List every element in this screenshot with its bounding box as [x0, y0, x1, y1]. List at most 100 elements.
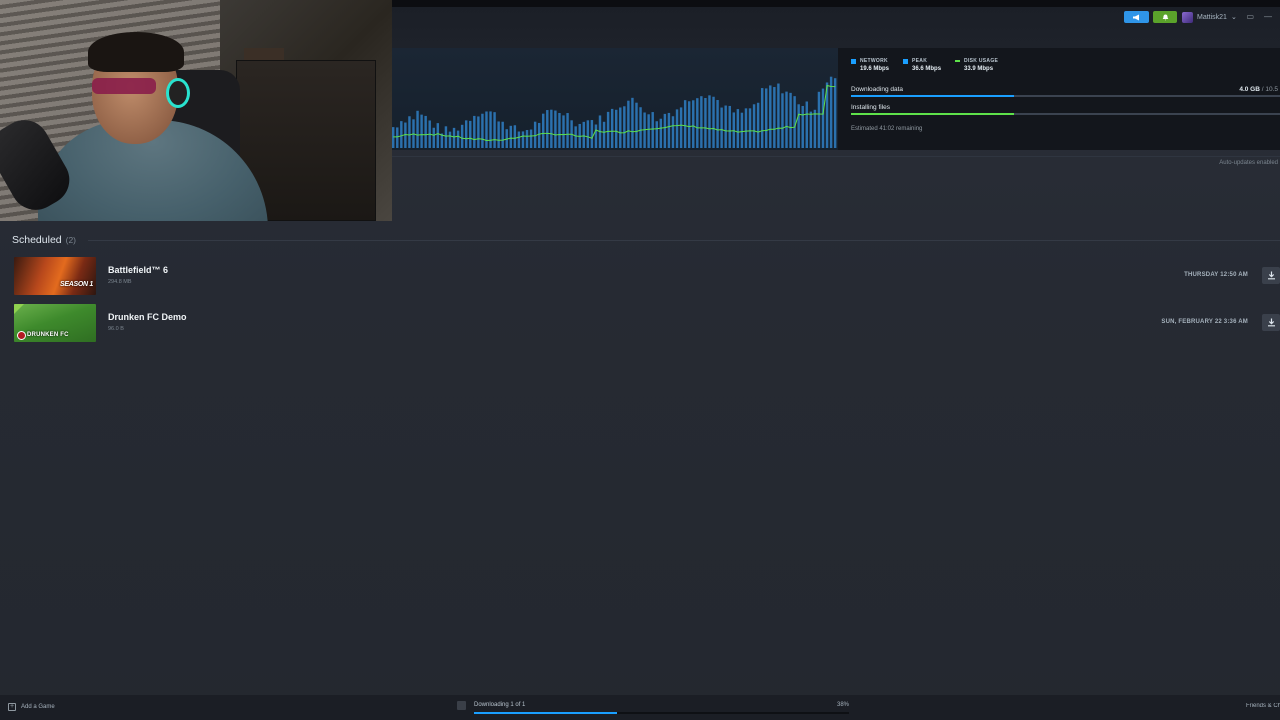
- bandwidth-bar: [756, 102, 760, 148]
- bandwidth-bar: [821, 88, 825, 148]
- thumbnail-tag: SEASON 1: [60, 281, 93, 288]
- bandwidth-bar: [748, 108, 752, 148]
- stat-network: NETWORK 19.6 Mbps: [851, 58, 889, 72]
- download-button[interactable]: [1262, 267, 1280, 284]
- scheduled-time: THURSDAY 12:50 AM: [1184, 272, 1248, 278]
- friends-chat-button[interactable]: Friends & Chat: [1246, 703, 1280, 709]
- bandwidth-bar: [550, 109, 553, 148]
- bandwidth-bar: [728, 105, 731, 148]
- bandwidth-bar: [473, 115, 476, 148]
- bandwidth-bar: [765, 88, 768, 148]
- club-badge-icon: [17, 331, 26, 340]
- bandwidth-bar: [464, 120, 468, 148]
- bandwidth-bar: [736, 109, 740, 148]
- scheduled-title: Scheduled: [12, 234, 62, 246]
- download-status[interactable]: Downloading 1 of 1 38%: [457, 699, 849, 715]
- bandwidth-bar: [501, 121, 504, 148]
- bandwidth-bar: [420, 114, 423, 148]
- announcements-button[interactable]: [1124, 11, 1149, 23]
- download-status-fill: [474, 712, 617, 714]
- auto-updates-status[interactable]: Auto-updates enabled: [1219, 160, 1278, 166]
- bandwidth-bar: [460, 124, 464, 148]
- download-percent: 38%: [836, 702, 849, 708]
- add-game-button[interactable]: + Add a Game: [8, 703, 55, 711]
- game-size: 294.8 MB: [108, 279, 132, 285]
- bandwidth-bar: [424, 115, 427, 148]
- bandwidth-bar: [789, 92, 792, 148]
- bandwidth-bar: [554, 110, 557, 148]
- bell-icon: [1162, 14, 1168, 20]
- installing-track: [851, 113, 1280, 115]
- bandwidth-bar: [696, 98, 699, 148]
- downloading-label: Downloading data: [851, 86, 904, 93]
- bandwidth-bar: [513, 125, 517, 148]
- bandwidth-bar: [627, 100, 630, 148]
- disk-label: DISK USAGE: [964, 58, 999, 64]
- bandwidth-bar: [562, 115, 565, 148]
- download-icon: [1267, 318, 1275, 327]
- bandwidth-bar: [456, 130, 460, 148]
- bandwidth-bar: [813, 109, 817, 148]
- bandwidth-bar: [546, 110, 549, 148]
- game-name[interactable]: Drunken FC Demo: [108, 312, 187, 322]
- bandwidth-bar: [481, 113, 484, 148]
- bandwidth-bar: [537, 122, 541, 148]
- steam-downloads-window: Mattisk21 ⌄ ▭ — NETWORK 19.6 Mbps PEAK 3…: [0, 0, 1280, 720]
- bandwidth-bar: [566, 113, 569, 148]
- monitor-icon[interactable]: ▭: [1246, 12, 1254, 21]
- bandwidth-bar: [477, 116, 480, 148]
- bandwidth-bar: [769, 85, 772, 148]
- bandwidth-bar: [744, 108, 748, 148]
- downloaded-amount: 4.0 GB: [1239, 86, 1260, 93]
- bandwidth-bar: [671, 116, 675, 148]
- bandwidth-bar: [773, 87, 776, 148]
- bandwidth-bar: [594, 124, 598, 148]
- bandwidth-bar: [724, 105, 727, 148]
- network-swatch: [851, 59, 856, 64]
- game-thumbnail[interactable]: DRUNKEN FC: [14, 304, 96, 342]
- avatar: [1182, 11, 1193, 23]
- user-menu[interactable]: Mattisk21 ⌄: [1182, 10, 1237, 24]
- bandwidth-bar: [687, 101, 691, 148]
- bandwidth-bar: [493, 112, 496, 148]
- bandwidth-bar: [574, 126, 577, 148]
- bottom-bar: + Add a Game Downloading 1 of 1 38% Frie…: [0, 695, 1280, 720]
- network-label: NETWORK: [860, 58, 888, 64]
- stat-disk: DISK USAGE 33.9 Mbps: [955, 58, 998, 72]
- list-item[interactable]: SEASON 1 Battlefield™ 6 294.8 MB THURSDA…: [14, 257, 1280, 295]
- bandwidth-bar: [675, 109, 679, 148]
- bandwidth-bar: [396, 127, 399, 148]
- bandwidth-bar: [716, 100, 719, 148]
- game-name[interactable]: Battlefield™ 6: [108, 265, 168, 275]
- bandwidth-bar: [829, 76, 833, 148]
- thumbnail-corner: [14, 304, 24, 314]
- downloading-track: [851, 95, 1280, 97]
- downloaded-value: 4.0 GB / 10.5: [1239, 86, 1278, 93]
- minimize-icon[interactable]: —: [1264, 12, 1272, 21]
- download-icon: [1267, 271, 1275, 280]
- bandwidth-bar: [805, 101, 808, 148]
- bandwidth-bar: [704, 98, 707, 148]
- estimated-remaining: Estimated 41:02 remaining: [851, 126, 923, 132]
- notifications-button[interactable]: [1153, 11, 1177, 23]
- bandwidth-bar: [452, 127, 456, 148]
- bandwidth-graph-svg: [392, 76, 837, 148]
- list-item[interactable]: DRUNKEN FC Drunken FC Demo 96.0 B SUN, F…: [14, 304, 1280, 342]
- downloaded-total: / 10.5: [1261, 86, 1278, 93]
- scheduled-count: (2): [65, 235, 77, 245]
- peak-swatch: [903, 59, 909, 64]
- bandwidth-bar: [586, 120, 590, 148]
- bandwidth-bar: [797, 104, 800, 148]
- bandwidth-bar: [708, 95, 711, 148]
- bandwidth-bar: [558, 112, 561, 148]
- bandwidth-bar: [801, 105, 804, 148]
- disk-swatch: [955, 60, 961, 62]
- game-thumbnail[interactable]: SEASON 1: [14, 257, 96, 295]
- download-button[interactable]: [1262, 314, 1280, 331]
- bandwidth-bar: [781, 93, 784, 148]
- username: Mattisk21: [1197, 13, 1227, 21]
- streamer-hair: [88, 32, 184, 72]
- webcam-overlay: [0, 0, 392, 221]
- stat-peak: PEAK 36.6 Mbps: [903, 58, 941, 72]
- bandwidth-bar: [610, 108, 614, 148]
